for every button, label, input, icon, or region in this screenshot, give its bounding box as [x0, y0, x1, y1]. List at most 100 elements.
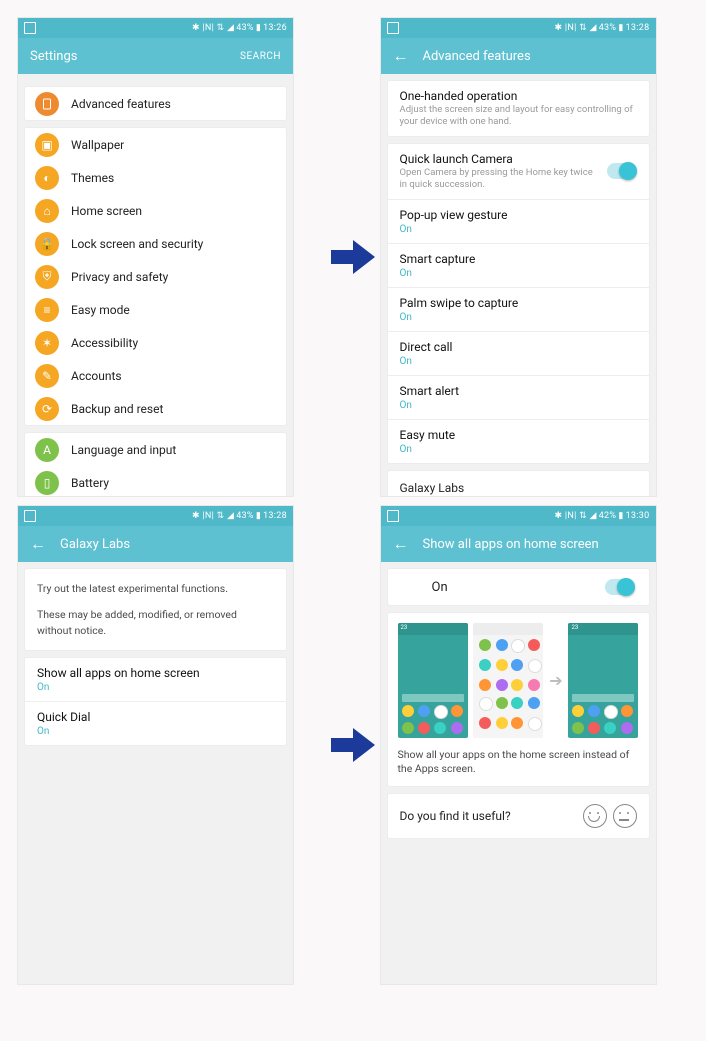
preview-card: 23	[387, 612, 650, 787]
screen-settings: ✱ |N| ⇅ ◢ 43% ▮ 13:26 Settings SEARCH Ad…	[18, 18, 293, 496]
item-status: On	[400, 268, 637, 279]
page-title: Advanced features	[423, 49, 644, 64]
item-status: On	[37, 726, 274, 737]
battery-pct: 43%	[599, 23, 617, 33]
preview-home-after: 23	[568, 623, 638, 738]
clock: 13:30	[626, 511, 650, 521]
clock: 13:28	[626, 23, 650, 33]
item-privacy-safety[interactable]: ⛨Privacy and safety	[25, 260, 286, 293]
feedback-row: Do you find it useful?	[387, 793, 650, 839]
item-label: Themes	[71, 171, 276, 185]
screen-galaxy-labs: ✱ |N| ⇅ ◢ 43% ▮ 13:28 ← Galaxy Labs Try …	[18, 506, 293, 984]
wallpaper-icon: ▣	[35, 133, 59, 157]
toggle-switch[interactable]	[607, 163, 637, 179]
item-title: Palm swipe to capture	[400, 296, 637, 310]
status-icons: ✱ |N| ⇅ ◢	[554, 511, 596, 521]
notification-icon	[387, 22, 399, 34]
item-direct-call[interactable]: Direct callOn	[388, 332, 649, 376]
back-button[interactable]: ←	[30, 536, 46, 552]
lock-icon: 🔒	[35, 232, 59, 256]
item-show-all-apps[interactable]: Show all apps on home screenOn	[25, 658, 286, 702]
item-label: Privacy and safety	[71, 270, 276, 284]
app-bar: ← Advanced features	[381, 38, 656, 74]
item-quick-launch-camera[interactable]: Quick launch Camera Open Camera by press…	[388, 144, 649, 200]
page-title: Galaxy Labs	[60, 537, 281, 552]
battery-icon: ▮	[256, 23, 261, 33]
item-title: Easy mute	[400, 428, 637, 442]
clock: 13:26	[263, 23, 287, 33]
smile-face-icon[interactable]	[583, 804, 607, 828]
advanced-features-icon	[35, 92, 59, 116]
item-title: One-handed operation	[400, 89, 637, 103]
item-label: Battery	[71, 476, 276, 490]
item-accounts[interactable]: ✎ Accounts	[25, 359, 286, 392]
item-status: On	[400, 356, 637, 367]
status-icons: ✱ |N| ⇅ ◢	[554, 23, 596, 33]
back-button[interactable]: ←	[393, 536, 409, 552]
item-themes[interactable]: ◐ Themes	[25, 161, 286, 194]
item-label: Backup and reset	[71, 402, 276, 416]
clock: 13:28	[263, 511, 287, 521]
toggle-switch[interactable]	[605, 579, 635, 595]
neutral-face-icon[interactable]	[613, 804, 637, 828]
item-label: Easy mode	[71, 303, 276, 317]
item-label: Home screen	[71, 204, 276, 218]
toggle-label: On	[402, 580, 605, 595]
item-label: Advanced features	[71, 97, 276, 111]
item-title: Quick launch Camera	[400, 152, 597, 166]
item-advanced-features[interactable]: Advanced features	[25, 87, 286, 120]
item-wallpaper[interactable]: ▣Wallpaper	[25, 128, 286, 161]
item-status: On	[400, 444, 637, 455]
master-toggle-row: On	[387, 568, 650, 606]
item-easy-mute[interactable]: Easy mute On	[388, 420, 649, 463]
item-title: Pop-up view gesture	[400, 208, 637, 222]
intro-line: These may be added, modified, or removed…	[37, 607, 274, 639]
item-easy-mode[interactable]: ≡Easy mode	[25, 293, 286, 326]
page-title: Settings	[30, 49, 226, 64]
battery-icon: ▮	[256, 511, 261, 521]
accounts-icon: ✎	[35, 364, 59, 388]
preview-caption: Show all your apps on the home screen in…	[398, 748, 639, 776]
item-smart-alert[interactable]: Smart alertOn	[388, 376, 649, 420]
item-language-input[interactable]: ALanguage and input	[25, 433, 286, 466]
battery-pct: 43%	[236, 511, 254, 521]
item-title: Smart capture	[400, 252, 637, 266]
item-accessibility[interactable]: ✶Accessibility	[25, 326, 286, 359]
battery-icon: ▯	[35, 471, 59, 495]
item-galaxy-labs[interactable]: Galaxy Labs	[387, 470, 650, 497]
themes-icon: ◐	[35, 166, 59, 190]
screen-advanced-features: ✱ |N| ⇅ ◢ 43% ▮ 13:28 ← Advanced feature…	[381, 18, 656, 496]
status-icons: ✱ |N| ⇅ ◢	[192, 23, 234, 33]
item-label: Accounts	[71, 369, 276, 383]
item-label: Language and input	[71, 443, 276, 457]
notification-icon	[387, 510, 399, 522]
battery-pct: 43%	[236, 23, 254, 33]
item-palm-swipe[interactable]: Palm swipe to captureOn	[388, 288, 649, 332]
item-status: On	[400, 400, 637, 411]
item-lock-security[interactable]: 🔒Lock screen and security	[25, 227, 286, 260]
page-title: Show all apps on home screen	[423, 537, 644, 552]
item-status: On	[400, 224, 637, 235]
search-action[interactable]: SEARCH	[240, 51, 281, 62]
item-battery[interactable]: ▯ Battery	[25, 466, 286, 496]
back-button[interactable]: ←	[393, 48, 409, 64]
battery-pct: 42%	[599, 511, 617, 521]
item-home-screen[interactable]: ⌂Home screen	[25, 194, 286, 227]
weather-temp: 23	[568, 623, 638, 635]
item-smart-capture[interactable]: Smart capture On	[388, 244, 649, 288]
status-bar: ✱ |N| ⇅ ◢ 43% ▮ 13:28	[18, 506, 293, 526]
app-bar: ← Galaxy Labs	[18, 526, 293, 562]
battery-icon: ▮	[618, 511, 623, 521]
mini-arrow-icon: ➔	[549, 671, 562, 690]
item-backup-reset[interactable]: ⟳ Backup and reset	[25, 392, 286, 425]
status-icons: ✱ |N| ⇅ ◢	[192, 511, 234, 521]
backup-icon: ⟳	[35, 397, 59, 421]
feedback-question: Do you find it useful?	[400, 809, 577, 823]
weather-temp: 23	[398, 623, 468, 635]
intro-line: Try out the latest experimental function…	[37, 581, 274, 597]
intro-text: Try out the latest experimental function…	[24, 568, 287, 651]
item-popup-view-gesture[interactable]: Pop-up view gesture On	[388, 200, 649, 244]
item-subtitle: Open Camera by pressing the Home key twi…	[400, 167, 597, 191]
item-quick-dial[interactable]: Quick DialOn	[25, 702, 286, 745]
item-one-handed[interactable]: One-handed operation Adjust the screen s…	[388, 81, 649, 136]
